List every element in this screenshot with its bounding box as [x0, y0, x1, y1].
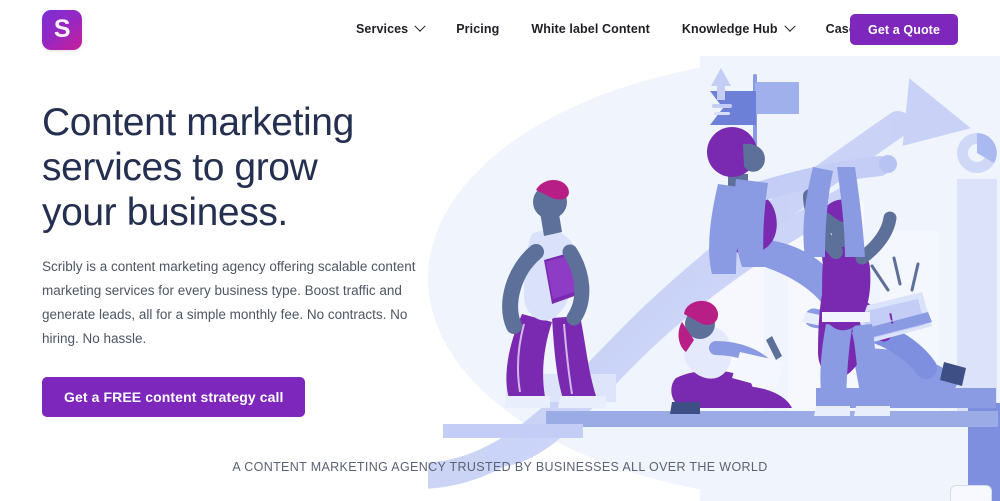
nav-item-knowledge-hub[interactable]: Knowledge Hub [666, 20, 810, 36]
hero-subcopy: Scribly is a content marketing agency of… [42, 259, 416, 346]
nav-label-services: Services [356, 22, 409, 36]
chevron-down-icon[interactable] [414, 20, 426, 32]
page-root: ! S Services Pricing White label Content… [0, 0, 1000, 501]
get-a-quote-button[interactable]: Get a Quote [850, 14, 958, 45]
top-navigation: S Services Pricing White label Content K… [0, 0, 1000, 58]
nav-label-pricing: Pricing [456, 22, 500, 36]
chevron-down-icon[interactable] [783, 20, 796, 32]
page-title: Content marketing services to grow your … [42, 100, 442, 235]
headline-line-2: services to grow [42, 146, 318, 189]
hero-copy: Content marketing services to grow your … [42, 100, 442, 417]
hero-illustration: ! [428, 56, 1000, 501]
nav-links: Services Pricing White label Content Kno… [340, 0, 921, 58]
nav-label-white-label-content: White label Content [531, 22, 650, 36]
headline-line-1: Content marketing [42, 101, 354, 144]
nav-item-services[interactable]: Services [340, 20, 440, 36]
hero-illustration-svg: ! [428, 68, 1000, 501]
bottom-right-widget[interactable] [950, 485, 992, 501]
nav-item-white-label-content[interactable]: White label Content [515, 22, 666, 36]
platform-base [443, 424, 583, 438]
nav-item-pricing[interactable]: Pricing [440, 22, 515, 36]
trust-banner: A CONTENT MARKETING AGENCY TRUSTED BY BU… [232, 460, 768, 474]
free-strategy-call-button[interactable]: Get a FREE content strategy call [42, 377, 306, 417]
headline-line-3: your business. [42, 191, 288, 234]
donut-chart-icon [957, 133, 997, 173]
logo-letter: S [53, 15, 71, 43]
nav-label-knowledge-hub: Knowledge Hub [681, 22, 778, 36]
scribly-logo[interactable]: S [42, 10, 82, 50]
